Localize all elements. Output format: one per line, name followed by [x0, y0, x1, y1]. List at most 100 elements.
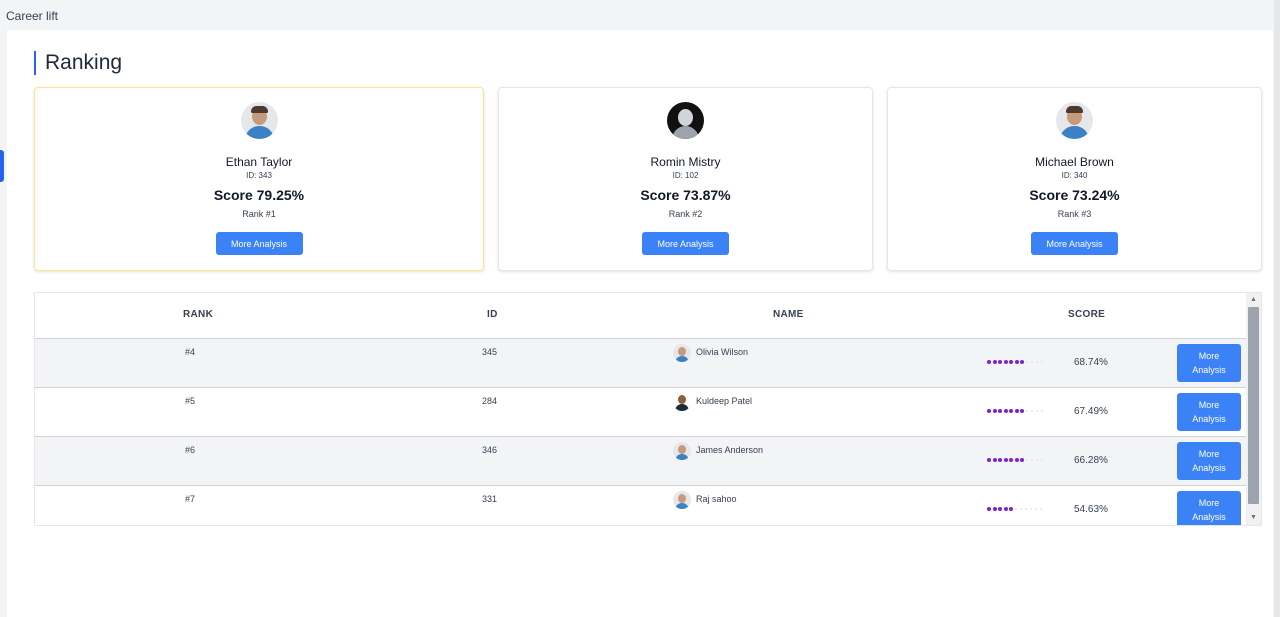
- progress-dot-empty: [1035, 410, 1038, 412]
- name-cell: Raj sahoo: [673, 491, 737, 509]
- card-score: Score 73.24%: [1029, 187, 1120, 203]
- card-name: Romin Mistry: [650, 155, 721, 169]
- more-analysis-button[interactable]: More Analysis: [642, 232, 729, 255]
- id-cell: 331: [482, 494, 498, 504]
- progress-dot-filled: [992, 360, 997, 364]
- button-label-2: Analysis: [1192, 414, 1226, 424]
- progress-dot-filled: [1009, 409, 1013, 413]
- table-header: RANK ID NAME SCORE: [35, 293, 1246, 339]
- more-analysis-button[interactable]: More Analysis: [215, 232, 303, 255]
- top-rank-card-3: Michael Brown ID: 340 Score 73.24% Rank …: [887, 87, 1262, 271]
- ranking-table: RANK ID NAME SCORE #4 345 Olivia Wilson …: [34, 292, 1262, 526]
- progress-dot-filled: [1020, 458, 1024, 462]
- score-cell: 68.74%: [1074, 357, 1108, 368]
- score-progress: [987, 458, 1046, 462]
- progress-dot-empty: [1035, 361, 1038, 363]
- button-label-1: More: [1198, 400, 1220, 410]
- name-cell: Olivia Wilson: [673, 344, 748, 362]
- row-name: Raj sahoo: [696, 494, 737, 504]
- name-cell: Kuldeep Patel: [673, 393, 752, 411]
- progress-dot-empty: [1030, 361, 1033, 363]
- avatar: [673, 393, 691, 411]
- progress-dot-empty: [1039, 508, 1042, 510]
- score-progress: [987, 507, 1045, 511]
- more-analysis-button[interactable]: More Analysis: [1031, 232, 1118, 255]
- card-name: Ethan Taylor: [225, 155, 293, 169]
- progress-dot-filled: [1014, 458, 1019, 462]
- scroll-down-arrow-icon[interactable]: ▼: [1246, 511, 1261, 525]
- top-rank-card-1: Ethan Taylor ID: 343 Score 79.25% Rank #…: [34, 87, 484, 271]
- window-edge: [1274, 0, 1280, 617]
- progress-dot-filled: [1020, 409, 1024, 413]
- more-analysis-button[interactable]: More Analysis: [1177, 491, 1241, 525]
- progress-dot-empty: [1040, 410, 1043, 412]
- score-cell: 54.63%: [1074, 504, 1108, 515]
- rank-cell: #6: [185, 445, 196, 455]
- name-cell: James Anderson: [673, 442, 763, 460]
- table-scrollbar[interactable]: ▲ ▼: [1246, 293, 1261, 525]
- avatar: [1056, 102, 1093, 139]
- app-title[interactable]: Career lift: [6, 9, 58, 23]
- progress-dot-filled: [998, 507, 1002, 511]
- column-header-score: SCORE: [1068, 309, 1106, 320]
- button-label-2: Analysis: [1192, 512, 1226, 522]
- score-progress: [987, 360, 1046, 364]
- more-analysis-button[interactable]: More Analysis: [1177, 442, 1241, 480]
- top-rank-card-2: Romin Mistry ID: 102 Score 73.87% Rank #…: [498, 87, 873, 271]
- score-cell: 67.49%: [1074, 406, 1108, 417]
- id-cell: 345: [482, 347, 498, 357]
- progress-dot-filled: [987, 458, 991, 462]
- card-rank: Rank #2: [668, 209, 703, 219]
- progress-dot-filled: [987, 409, 991, 413]
- id-cell: 284: [482, 396, 498, 406]
- progress-dot-empty: [1024, 508, 1027, 510]
- progress-dot-filled: [992, 409, 997, 413]
- progress-dot-empty: [1025, 410, 1028, 412]
- more-analysis-button[interactable]: More Analysis: [1177, 344, 1241, 382]
- avatar: [667, 102, 704, 139]
- table-row: #5 284 Kuldeep Patel 67.49% More Analysis: [35, 388, 1246, 437]
- avatar: [240, 102, 278, 139]
- card-name: Michael Brown: [1035, 155, 1114, 169]
- progress-dot-empty: [1019, 508, 1022, 510]
- button-label-2: Analysis: [1192, 365, 1226, 375]
- page-title: Ranking: [34, 51, 122, 75]
- progress-dot-empty: [1025, 361, 1028, 363]
- progress-dot-filled: [998, 360, 1002, 364]
- progress-dot-filled: [1003, 360, 1008, 364]
- score-cell: 66.28%: [1074, 455, 1108, 466]
- scroll-up-arrow-icon[interactable]: ▲: [1246, 293, 1261, 307]
- main-content: Ranking Ethan Taylor ID: 343 Score 79.25…: [7, 30, 1273, 617]
- progress-dot-filled: [1003, 409, 1008, 413]
- table-row: #6 346 James Anderson 66.28% More Analysi…: [35, 437, 1246, 486]
- scrollbar-thumb[interactable]: [1248, 307, 1259, 504]
- column-header-id: ID: [487, 309, 498, 320]
- sidebar-toggle[interactable]: [0, 150, 4, 182]
- table-row: #7 331 Raj sahoo 54.63% More Analysis: [35, 486, 1246, 525]
- card-id: ID: 343: [246, 171, 272, 180]
- progress-dot-empty: [1034, 508, 1037, 510]
- avatar: [673, 344, 691, 362]
- column-header-name: NAME: [773, 309, 804, 320]
- progress-dot-filled: [1020, 360, 1024, 364]
- progress-dot-filled: [1009, 458, 1013, 462]
- rank-cell: #7: [185, 494, 196, 504]
- progress-dot-empty: [1029, 508, 1032, 510]
- progress-dot-filled: [1009, 507, 1013, 511]
- card-score: Score 79.25%: [213, 187, 305, 203]
- card-id: ID: 340: [1061, 171, 1088, 180]
- progress-dot-empty: [1030, 459, 1033, 461]
- progress-dot-empty: [1040, 459, 1043, 461]
- progress-dot-empty: [1025, 459, 1028, 461]
- left-rail: [0, 0, 7, 617]
- progress-dot-filled: [987, 360, 991, 364]
- button-label-1: More: [1198, 351, 1220, 361]
- progress-dot-filled: [998, 409, 1002, 413]
- progress-dot-filled: [992, 507, 997, 511]
- card-rank: Rank #3: [1057, 209, 1092, 219]
- progress-dot-filled: [1003, 507, 1008, 511]
- more-analysis-button[interactable]: More Analysis: [1177, 393, 1241, 431]
- button-label-1: More: [1198, 449, 1220, 459]
- rank-cell: #4: [185, 347, 196, 357]
- avatar: [673, 491, 691, 509]
